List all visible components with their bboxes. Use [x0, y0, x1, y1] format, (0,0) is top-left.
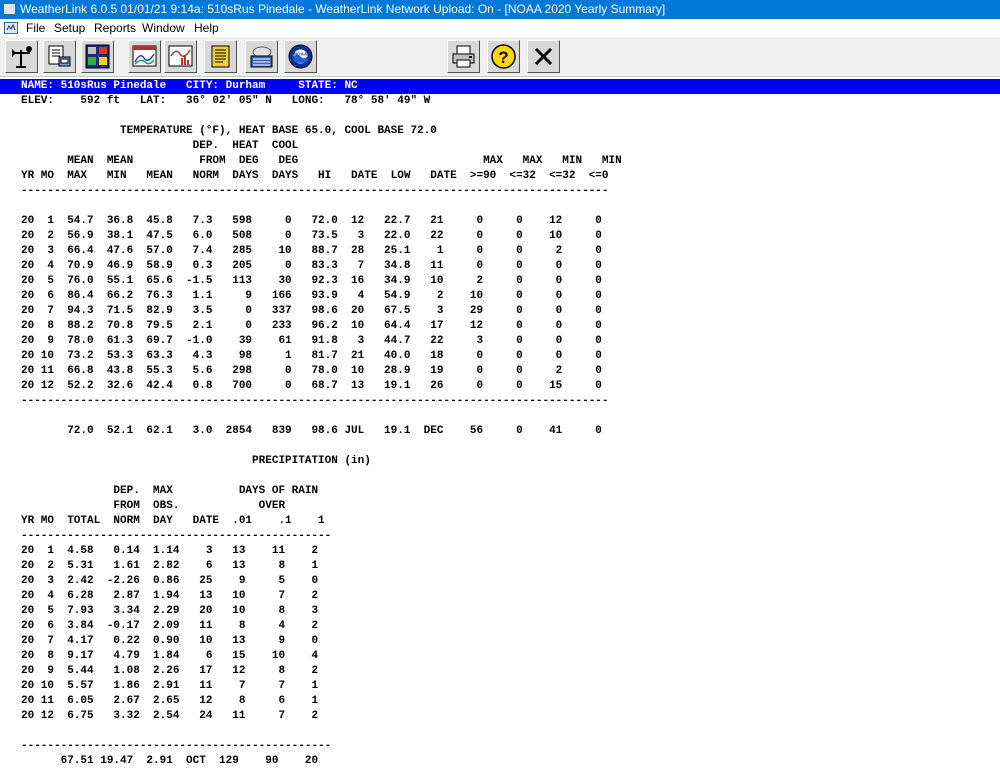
temperature-title: TEMPERATURE (°F), HEAT BASE 65.0, COOL B…	[21, 125, 437, 137]
bulletin-icon	[85, 44, 110, 69]
temperature-separator: ----------------------------------------…	[21, 395, 609, 407]
menu-setup[interactable]: Setup	[54, 19, 85, 37]
precipitation-row: 20 2 5.31 1.61 2.82 6 13 8 1	[21, 560, 319, 572]
temperature-yearly-total: 72.0 52.1 62.1 3.0 2854 839 98.6 JUL 19.…	[21, 425, 602, 437]
temperature-row: 20 10 73.2 53.3 63.3 4.3 98 1 81.7 21 40…	[21, 350, 602, 362]
menu-reports[interactable]: Reports	[94, 19, 136, 37]
title-bar: WeatherLink 6.0.5 01/01/21 9:14a: 510sRu…	[0, 0, 1000, 19]
precipitation-row: 20 11 6.05 2.67 2.65 12 8 6 1	[21, 695, 319, 707]
temperature-row: 20 12 52.2 32.6 42.4 0.8 700 0 68.7 13 1…	[21, 380, 602, 392]
station-name-line: NAME: 510sRus Pinedale CITY: Durham STAT…	[21, 80, 358, 92]
precipitation-row: 20 10 5.57 1.86 2.91 11 7 7 1	[21, 680, 319, 692]
temperature-row: 20 9 78.0 61.3 69.7 -1.0 39 61 91.8 3 44…	[21, 335, 602, 347]
temperature-row: 20 3 66.4 47.6 57.0 7.4 285 10 88.7 28 2…	[21, 245, 602, 257]
print-icon	[452, 45, 475, 68]
browse-icon	[211, 45, 230, 68]
temperature-row: 20 2 56.9 38.1 47.5 6.0 508 0 73.5 3 22.…	[21, 230, 602, 242]
temperature-row: 20 5 76.0 55.1 65.6 -1.5 113 30 92.3 16 …	[21, 275, 602, 287]
menu-bar: File Setup Reports Window Help	[0, 19, 1000, 37]
station-select-button[interactable]	[5, 40, 38, 73]
download-button[interactable]	[43, 40, 76, 73]
precipitation-column-header: DEP. MAX DAYS OF RAIN	[21, 485, 319, 497]
menu-help[interactable]: Help	[194, 19, 219, 37]
close-icon	[534, 47, 553, 66]
precipitation-row: 20 8 9.17 4.79 1.84 6 15 10 4	[21, 650, 319, 662]
strip-chart-button[interactable]	[128, 40, 161, 73]
document-system-menu-icon[interactable]	[4, 22, 18, 34]
strip-chart-icon	[132, 45, 157, 67]
temperature-row: 20 7 94.3 71.5 82.9 3.5 0 337 98.6 20 67…	[21, 305, 602, 317]
menu-file[interactable]: File	[26, 19, 45, 37]
precipitation-row: 20 1 4.58 0.14 1.14 3 13 11 2	[21, 545, 319, 557]
download-icon	[48, 45, 71, 67]
weatherlink-app-icon[interactable]	[3, 3, 16, 15]
precipitation-yearly-total: 67.51 19.47 2.91 OCT 129 90 20	[21, 755, 319, 767]
precipitation-column-header: YR MO TOTAL NORM DAY DATE .01 .1 1	[21, 515, 325, 527]
precipitation-row: 20 4 6.28 2.87 1.94 13 10 7 2	[21, 590, 319, 602]
precipitation-separator: ----------------------------------------…	[21, 530, 332, 542]
menu-window[interactable]: Window	[142, 19, 185, 37]
temperature-column-header: YR MO MAX MIN MEAN NORM DAYS DAYS HI DAT…	[21, 170, 609, 182]
help-button[interactable]: ?	[487, 40, 520, 73]
precipitation-column-header: FROM OBS. OVER	[21, 500, 286, 512]
temperature-column-header: MEAN MEAN FROM DEG DEG MAX MAX MIN MIN	[21, 155, 622, 167]
noaa-icon: NOAA	[288, 44, 313, 69]
precipitation-row: 20 12 6.75 3.32 2.54 24 11 7 2	[21, 710, 319, 722]
summaries-icon	[250, 46, 273, 68]
temperature-column-header: DEP. HEAT COOL	[21, 140, 299, 152]
close-button[interactable]	[527, 40, 560, 73]
temperature-row: 20 11 66.8 43.8 55.3 5.6 298 0 78.0 10 2…	[21, 365, 602, 377]
help-icon: ?	[491, 44, 516, 69]
precipitation-row: 20 5 7.93 3.34 2.29 20 10 8 3	[21, 605, 319, 617]
precipitation-row: 20 6 3.84 -0.17 2.09 11 8 4 2	[21, 620, 319, 632]
precipitation-row: 20 3 2.42 -2.26 0.86 25 9 5 0	[21, 575, 319, 587]
bulletin-button[interactable]	[81, 40, 114, 73]
precipitation-row: 20 9 5.44 1.08 2.26 17 12 8 2	[21, 665, 319, 677]
browse-button[interactable]	[204, 40, 237, 73]
temperature-row: 20 8 88.2 70.8 79.5 2.1 0 233 96.2 10 64…	[21, 320, 602, 332]
plot-button[interactable]	[164, 40, 197, 73]
noaa-yearly-report: TEMPERATURE (°F), HEAT BASE 65.0, COOL B…	[21, 124, 622, 769]
print-button[interactable]	[447, 40, 480, 73]
svg-text:?: ?	[498, 48, 508, 67]
noaa-badge-text: NOAA	[294, 52, 308, 57]
temperature-row: 20 6 86.4 66.2 76.3 1.1 9 166 93.9 4 54.…	[21, 290, 602, 302]
temperature-row: 20 1 54.7 36.8 45.8 7.3 598 0 72.0 12 22…	[21, 215, 602, 227]
window-title: WeatherLink 6.0.5 01/01/21 9:14a: 510sRu…	[20, 2, 666, 16]
precipitation-row: 20 7 4.17 0.22 0.90 10 13 9 0	[21, 635, 319, 647]
precipitation-separator: ----------------------------------------…	[21, 740, 332, 752]
summaries-button[interactable]	[245, 40, 278, 73]
station-select-icon	[12, 46, 32, 68]
precipitation-title: PRECIPITATION (in)	[21, 455, 371, 467]
temperature-separator: ----------------------------------------…	[21, 185, 609, 197]
station-header-bar: NAME: 510sRus Pinedale CITY: Durham STAT…	[0, 79, 1000, 94]
noaa-button[interactable]: NOAA	[284, 40, 317, 73]
toolbar: NOAA ?	[0, 37, 1000, 77]
temperature-row: 20 4 70.9 46.9 58.9 0.3 205 0 83.3 7 34.…	[21, 260, 602, 272]
station-elevation-line: ELEV: 592 ft LAT: 36° 02' 05" N LONG: 78…	[21, 95, 431, 107]
plot-icon	[168, 45, 193, 67]
